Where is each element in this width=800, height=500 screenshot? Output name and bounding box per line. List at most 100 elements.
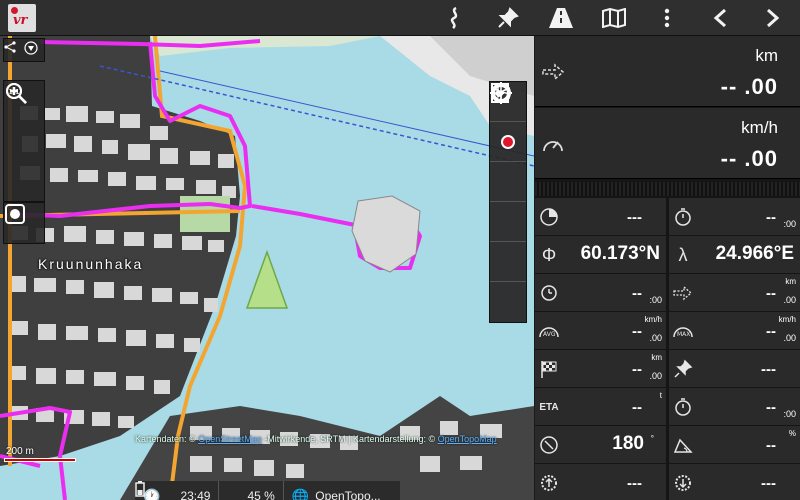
stop-button[interactable] (4, 203, 44, 243)
altitude-icon (538, 206, 560, 228)
max-speed-unit: km/h (778, 315, 796, 324)
exit-icon (491, 83, 509, 103)
cell-descent[interactable]: --- (669, 464, 800, 500)
heading-compass-icon (538, 434, 560, 456)
remaining-distance-value: -- (766, 285, 776, 302)
heading-unit: ° (650, 434, 654, 443)
speedometer-icon (541, 134, 565, 158)
ascent-value: --- (627, 475, 642, 492)
road-icon[interactable] (543, 0, 579, 36)
cell-trip-distance[interactable]: km -- .00 (535, 350, 666, 387)
logo-text: vr (13, 13, 28, 28)
max-speed-value: -- (766, 323, 776, 340)
waypoint-value: --- (761, 361, 776, 378)
time-status: 🕐 23:49 (135, 481, 220, 500)
cell-elapsed[interactable]: -- :00 (535, 274, 666, 311)
scale-bar: 200 m (4, 446, 76, 462)
max-speed-icon: MAX (672, 320, 694, 342)
map-action-group (489, 81, 527, 323)
slope-unit: % (788, 429, 796, 438)
record-button[interactable] (490, 122, 526, 162)
place-label: Kruununhaka (38, 256, 144, 272)
remaining-distance-unit: km (785, 277, 796, 286)
speed-readout[interactable]: km/h -- .00 (535, 108, 800, 179)
latitude-value: 60.173°N (580, 243, 660, 264)
stopwatch-2-icon (672, 396, 694, 418)
elapsed-value: -- (632, 285, 642, 302)
cell-longitude[interactable]: λ 24.966°E (669, 236, 800, 273)
elapsed-sub: :00 (649, 295, 662, 305)
speed-value: -- .00 (720, 146, 778, 171)
timer-value: -- (766, 209, 776, 226)
battery-value: 45 % (247, 489, 275, 500)
forward-icon[interactable] (755, 0, 791, 36)
avg-speed-icon: AVG (538, 320, 560, 342)
max-speed-sub: .00 (783, 333, 796, 343)
map-icon[interactable] (596, 0, 632, 36)
attribution-link-osm[interactable]: OpenStreetMap (198, 434, 262, 444)
timer-sub: :00 (783, 219, 796, 229)
cell-ascent[interactable]: --- (535, 464, 666, 500)
zoom-reset-button[interactable]: 1:1 (4, 83, 44, 161)
scale-bar-line (4, 458, 76, 462)
eta-label: ETA (539, 401, 559, 413)
cell-timer[interactable]: -- :00 (669, 198, 800, 235)
slope-icon (672, 434, 694, 456)
stop-icon (5, 204, 25, 224)
avg-speed-sub: .00 (649, 333, 662, 343)
time-remaining-value: -- (766, 399, 776, 416)
cell-time-remaining[interactable]: -- :00 (669, 388, 800, 425)
cell-slope[interactable]: % -- (669, 426, 800, 463)
distance-arrow-icon (541, 62, 565, 86)
dashboard-panel: km -- .00 km/h -- .00 --- -- :00 Φ 60.17… (535, 36, 800, 500)
time-value: 23:49 (180, 489, 211, 500)
top-toolbar: vr (0, 0, 800, 36)
distance-unit: km (755, 46, 778, 65)
route-icon[interactable] (437, 0, 473, 36)
checkered-flag-icon (538, 358, 560, 380)
ascent-gear-icon (538, 472, 560, 494)
distance-value: -- .00 (720, 74, 778, 99)
cell-heading[interactable]: 180 ° (535, 426, 666, 463)
battery-status: 45 % (135, 481, 284, 500)
stopwatch-icon (672, 206, 694, 228)
avg-speed-unit: km/h (644, 315, 662, 324)
map-view[interactable]: Kruununhaka 200 m Kartendaten: © OpenStr… (0, 36, 534, 500)
attribution-prefix: Kartendaten: © (135, 434, 196, 444)
svg-text:MAX: MAX (677, 331, 690, 338)
stop-control (3, 202, 45, 244)
cell-remaining-distance[interactable]: km -- .00 (669, 274, 800, 311)
exit-button[interactable] (490, 83, 526, 322)
3d-view-button[interactable] (490, 82, 526, 282)
layer-toggle-group (3, 38, 45, 62)
cell-latitude[interactable]: Φ 60.173°N (535, 236, 666, 273)
cell-max-speed[interactable]: MAX km/h -- .00 (669, 312, 800, 349)
cell-avg-speed[interactable]: AVG km/h -- .00 (535, 312, 666, 349)
cell-waypoint[interactable]: --- (669, 350, 800, 387)
compass-mode-button[interactable] (490, 83, 526, 242)
distance-readout[interactable]: km -- .00 (535, 36, 800, 107)
share-icon[interactable] (4, 41, 24, 61)
speed-unit: km/h (741, 118, 778, 137)
descent-value: --- (761, 475, 776, 492)
avg-speed-value: -- (632, 323, 642, 340)
eta-unit: t (659, 391, 662, 400)
back-icon[interactable] (702, 0, 738, 36)
menu-icon[interactable] (649, 0, 685, 36)
heading-value: 180 (612, 433, 644, 454)
zoom-out-button[interactable] (4, 83, 44, 201)
cell-eta[interactable]: ETA t -- (535, 388, 666, 425)
app-logo[interactable]: vr (8, 4, 36, 32)
eta-value: -- (632, 399, 642, 416)
descent-gear-icon (672, 472, 694, 494)
zoom-control-group: 1:1 (3, 80, 45, 202)
touch-mode-button[interactable] (490, 83, 526, 202)
globe-icon: 🌐 (291, 487, 310, 500)
remaining-distance-sub: .00 (783, 295, 796, 305)
map-source-status[interactable]: 🌐 OpenTopo... (284, 481, 389, 500)
pin-icon[interactable] (490, 0, 526, 36)
attribution-link-opentopo[interactable]: OpenTopoMap (438, 434, 497, 444)
longitude-symbol: λ (678, 244, 688, 265)
cell-altitude[interactable]: --- (535, 198, 666, 235)
compass-icon[interactable] (24, 41, 44, 61)
